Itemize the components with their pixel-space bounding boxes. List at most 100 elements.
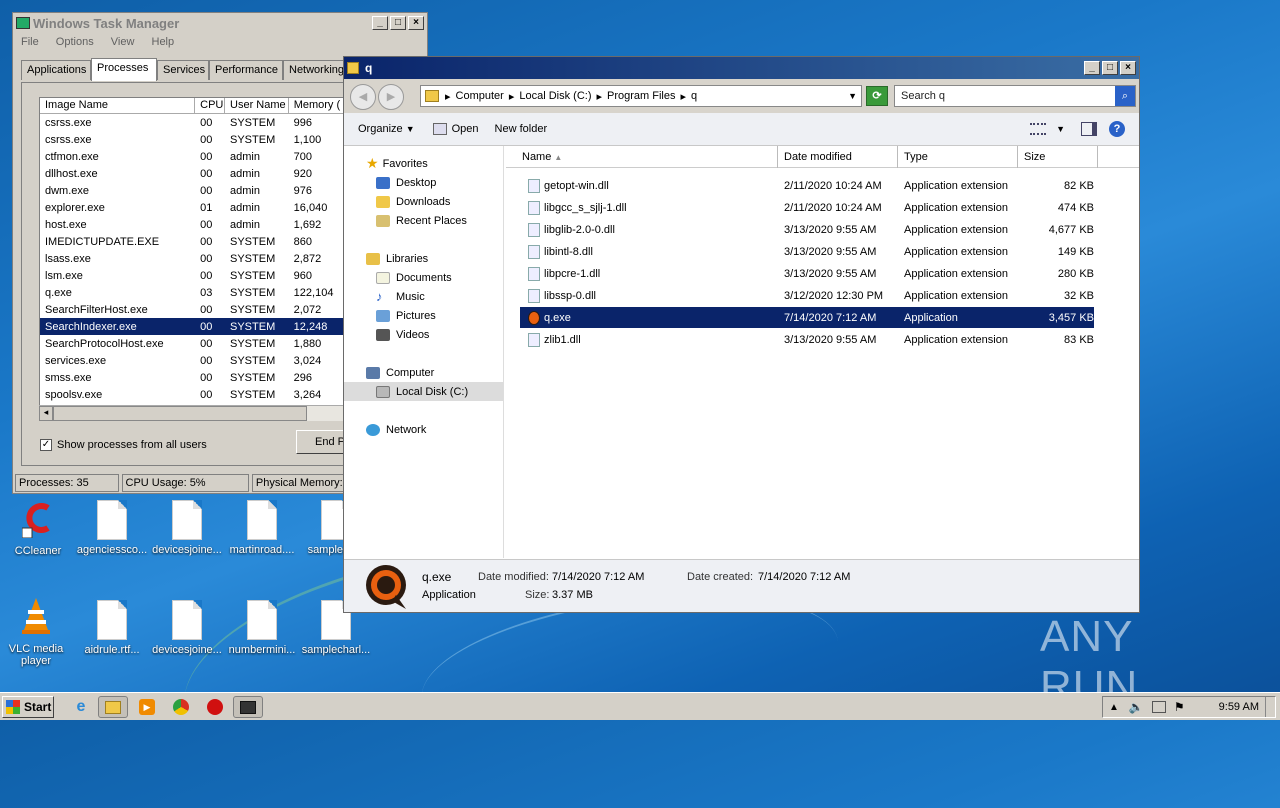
file-type: Application extension bbox=[904, 201, 1008, 214]
help-icon[interactable]: ? bbox=[1109, 121, 1125, 137]
show-hidden-icons-icon[interactable]: ▲ bbox=[1109, 702, 1119, 713]
file-row[interactable]: libglib-2.0-0.dll 3/13/2020 9:55 AM Applic… bbox=[520, 219, 1094, 240]
column-date-modified[interactable]: Date modified bbox=[778, 146, 898, 168]
search-box[interactable]: Search q ⌕ bbox=[894, 85, 1136, 107]
desktop-icon-file[interactable]: devicesjoine... bbox=[149, 600, 225, 656]
search-icon[interactable]: ⌕ bbox=[1115, 86, 1135, 106]
menu-file[interactable]: File bbox=[21, 36, 39, 48]
breadcrumb-q[interactable]: q bbox=[691, 90, 697, 102]
column-type[interactable]: Type bbox=[898, 146, 1018, 168]
network-icon[interactable] bbox=[1151, 701, 1166, 713]
forward-arrow-icon[interactable]: ▶ bbox=[378, 84, 404, 110]
menu-help[interactable]: Help bbox=[152, 36, 175, 48]
open-button[interactable]: Open bbox=[432, 123, 479, 135]
desktop-icon-file[interactable]: aidrule.rtf... bbox=[74, 600, 150, 656]
tab-services[interactable]: Services bbox=[157, 60, 209, 80]
details-file-name: q.exe bbox=[422, 570, 452, 584]
volume-icon[interactable]: 🔈 bbox=[1129, 700, 1144, 714]
nav-favorites[interactable]: ★ Favorites bbox=[344, 154, 503, 173]
desktop-icon-file[interactable]: devicesjoine... bbox=[149, 500, 225, 556]
show-desktop-button[interactable] bbox=[1265, 697, 1273, 717]
preview-pane-icon[interactable] bbox=[1081, 122, 1097, 136]
media-player-icon: ▶ bbox=[139, 699, 155, 715]
taskbar-ie[interactable]: e bbox=[66, 696, 96, 718]
scrollbar-thumb[interactable] bbox=[53, 406, 307, 421]
address-dropdown-icon[interactable]: ▼ bbox=[848, 91, 857, 101]
taskbar-opera[interactable] bbox=[200, 696, 230, 718]
address-bar[interactable]: ▸ Computer ▸ Local Disk (C:) ▸ Program F… bbox=[420, 85, 862, 107]
file-row[interactable]: libgcc_s_sjlj-1.dll 2/11/2020 10:24 AM App… bbox=[520, 197, 1094, 218]
nav-network[interactable]: Network bbox=[344, 420, 503, 439]
taskbar-media-player[interactable]: ▶ bbox=[132, 696, 162, 718]
nav-videos[interactable]: Videos bbox=[344, 325, 503, 344]
process-cpu: 00 bbox=[200, 371, 213, 384]
task-manager-titlebar[interactable]: Windows Task Manager _ □ × bbox=[13, 13, 427, 33]
chevron-down-icon[interactable]: ▼ bbox=[1056, 124, 1065, 134]
taskbar-task-manager[interactable] bbox=[233, 696, 263, 718]
nav-music[interactable]: ♪ Music bbox=[344, 287, 503, 306]
close-button[interactable]: × bbox=[408, 16, 424, 30]
desktop-icon-file[interactable]: martinroad.... bbox=[224, 500, 300, 556]
details-created-value: 7/14/2020 7:12 AM bbox=[758, 571, 851, 583]
new-folder-button[interactable]: New folder bbox=[495, 123, 548, 135]
file-date-modified: 3/13/2020 9:55 AM bbox=[784, 223, 877, 236]
details-file-type: Application bbox=[422, 589, 476, 601]
file-row[interactable]: libintl-8.dll 3/13/2020 9:55 AM Applicatio… bbox=[520, 241, 1094, 262]
file-row[interactable]: zlib1.dll 3/13/2020 9:55 AM Application ex… bbox=[520, 329, 1094, 350]
column-name[interactable]: Name ▲ bbox=[514, 146, 778, 168]
menu-view[interactable]: View bbox=[111, 36, 135, 48]
file-row[interactable]: libpcre-1.dll 3/13/2020 9:55 AM Applicatio… bbox=[520, 263, 1094, 284]
menu-options[interactable]: Options bbox=[56, 36, 94, 48]
nav-documents[interactable]: Documents bbox=[344, 268, 503, 287]
file-row[interactable]: q.exe 7/14/2020 7:12 AM Application 3,457 K… bbox=[520, 307, 1094, 328]
tab-processes[interactable]: Processes bbox=[91, 58, 157, 81]
desktop-icon-file[interactable]: numbermini... bbox=[224, 600, 300, 656]
nav-pictures[interactable]: Pictures bbox=[344, 306, 503, 325]
nav-recent-places[interactable]: Recent Places bbox=[344, 211, 503, 230]
file-row[interactable]: getopt-win.dll 2/11/2020 10:24 AM Applicat… bbox=[520, 175, 1094, 196]
libraries-icon bbox=[366, 252, 380, 265]
file-type: Application extension bbox=[904, 267, 1008, 280]
show-all-processes[interactable]: ✓ Show processes from all users bbox=[40, 439, 207, 451]
search-input[interactable]: Search q bbox=[895, 90, 1115, 102]
close-button[interactable]: × bbox=[1120, 61, 1136, 75]
minimize-button[interactable]: _ bbox=[1084, 61, 1100, 75]
desktop-icon-file[interactable]: agenciessco... bbox=[74, 500, 150, 556]
action-center-flag-icon[interactable]: ⚑ bbox=[1174, 700, 1185, 714]
refresh-icon[interactable]: ⟳ bbox=[866, 86, 888, 106]
process-cpu: 00 bbox=[200, 235, 213, 248]
column-user-name[interactable]: User Name bbox=[225, 98, 289, 113]
desktop-icon-vlc[interactable]: VLC media player bbox=[0, 596, 74, 667]
taskbar-chrome[interactable] bbox=[166, 696, 196, 718]
checkbox-checked-icon[interactable]: ✓ bbox=[40, 439, 52, 451]
desktop-icon-ccleaner[interactable]: CCleaner bbox=[0, 498, 76, 557]
nav-libraries[interactable]: Libraries bbox=[344, 249, 503, 268]
breadcrumb-local-disk[interactable]: Local Disk (C:) bbox=[519, 90, 591, 102]
tab-performance[interactable]: Performance bbox=[209, 60, 283, 80]
tab-networking[interactable]: Networking bbox=[283, 60, 349, 80]
column-image-name[interactable]: Image Name bbox=[40, 98, 196, 113]
clock[interactable]: 9:59 AM bbox=[1219, 701, 1259, 713]
nav-computer[interactable]: Computer bbox=[344, 363, 503, 382]
view-options-icon[interactable] bbox=[1030, 123, 1047, 135]
organize-button[interactable]: Organize ▼ bbox=[358, 123, 415, 135]
nav-label: Computer bbox=[386, 366, 435, 379]
explorer-titlebar[interactable]: q _ □ × bbox=[344, 57, 1139, 79]
minimize-button[interactable]: _ bbox=[372, 16, 388, 30]
column-size[interactable]: Size bbox=[1018, 146, 1098, 168]
nav-downloads[interactable]: Downloads bbox=[344, 192, 503, 211]
nav-local-disk[interactable]: Local Disk (C:) bbox=[344, 382, 503, 401]
maximize-button[interactable]: □ bbox=[390, 16, 406, 30]
file-row[interactable]: libssp-0.dll 3/12/2020 12:30 PM Applicatio… bbox=[520, 285, 1094, 306]
back-arrow-icon[interactable]: ◀ bbox=[350, 84, 376, 110]
taskbar-explorer[interactable] bbox=[98, 696, 128, 718]
scroll-left-arrow-icon[interactable]: ◂ bbox=[39, 406, 53, 421]
breadcrumb-computer[interactable]: Computer bbox=[456, 90, 504, 102]
column-cpu[interactable]: CPU bbox=[195, 98, 226, 113]
breadcrumb-program-files[interactable]: Program Files bbox=[607, 90, 675, 102]
maximize-button[interactable]: □ bbox=[1102, 61, 1118, 75]
tab-applications[interactable]: Applications bbox=[21, 60, 91, 80]
start-button[interactable]: Start bbox=[2, 696, 54, 718]
nav-desktop[interactable]: Desktop bbox=[344, 173, 503, 192]
star-icon: ★ bbox=[366, 155, 379, 171]
